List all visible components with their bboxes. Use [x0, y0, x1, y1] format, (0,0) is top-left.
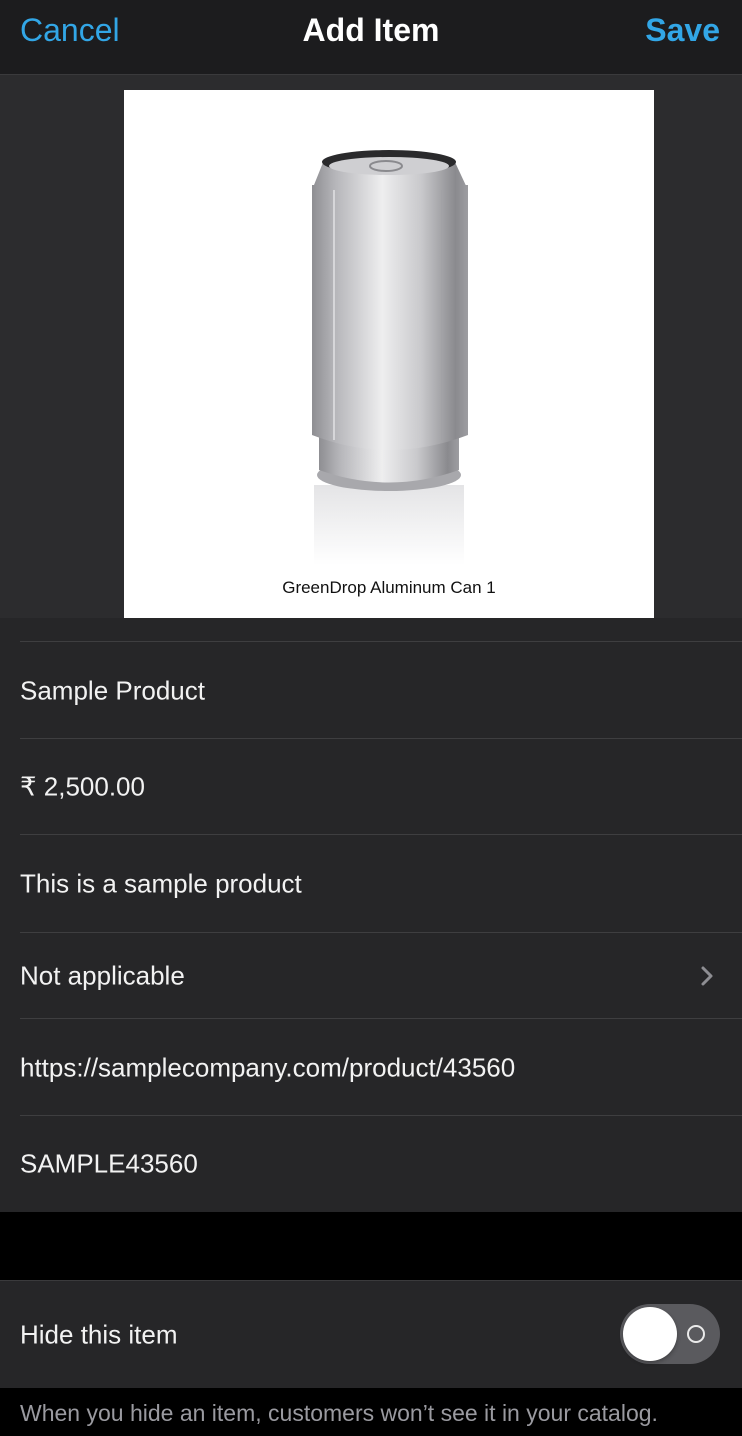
- save-button[interactable]: Save: [645, 12, 720, 49]
- hide-item-row: Hide this item: [0, 1280, 742, 1388]
- section-gap: [0, 1212, 742, 1280]
- link-value: https://samplecompany.com/product/43560: [20, 1052, 516, 1082]
- aluminum-can-illustration: [312, 150, 468, 565]
- price-value: ₹ 2,500.00: [20, 771, 145, 802]
- sku-field[interactable]: SAMPLE43560: [0, 1116, 742, 1212]
- description-field[interactable]: This is a sample product: [0, 835, 742, 933]
- description-value: This is a sample product: [20, 868, 302, 899]
- category-value: Not applicable: [20, 960, 185, 991]
- navigation-bar: Cancel Add Item Save: [0, 0, 742, 75]
- name-field[interactable]: Sample Product: [0, 642, 742, 739]
- item-form: Sample Product ₹ 2,500.00 This is a samp…: [0, 618, 742, 1212]
- name-value: Sample Product: [20, 675, 205, 705]
- photo-caption: GreenDrop Aluminum Can 1: [282, 578, 496, 597]
- toggle-off-icon: [687, 1325, 705, 1343]
- link-field[interactable]: https://samplecompany.com/product/43560: [0, 1019, 742, 1116]
- hide-item-label: Hide this item: [20, 1319, 178, 1349]
- sku-value: SAMPLE43560: [20, 1148, 198, 1179]
- hide-item-footer: When you hide an item, customers won’t s…: [20, 1400, 658, 1426]
- hide-item-toggle[interactable]: [620, 1304, 720, 1364]
- page-title: Add Item: [302, 12, 440, 48]
- chevron-right-icon: [701, 966, 713, 986]
- toggle-knob: [623, 1307, 677, 1361]
- category-selector[interactable]: Not applicable: [0, 933, 742, 1019]
- photo-section: GreenDrop Aluminum Can 1: [0, 75, 742, 618]
- price-field[interactable]: ₹ 2,500.00: [0, 739, 742, 835]
- form-spacer: [0, 618, 742, 642]
- product-image[interactable]: GreenDrop Aluminum Can 1: [124, 90, 654, 618]
